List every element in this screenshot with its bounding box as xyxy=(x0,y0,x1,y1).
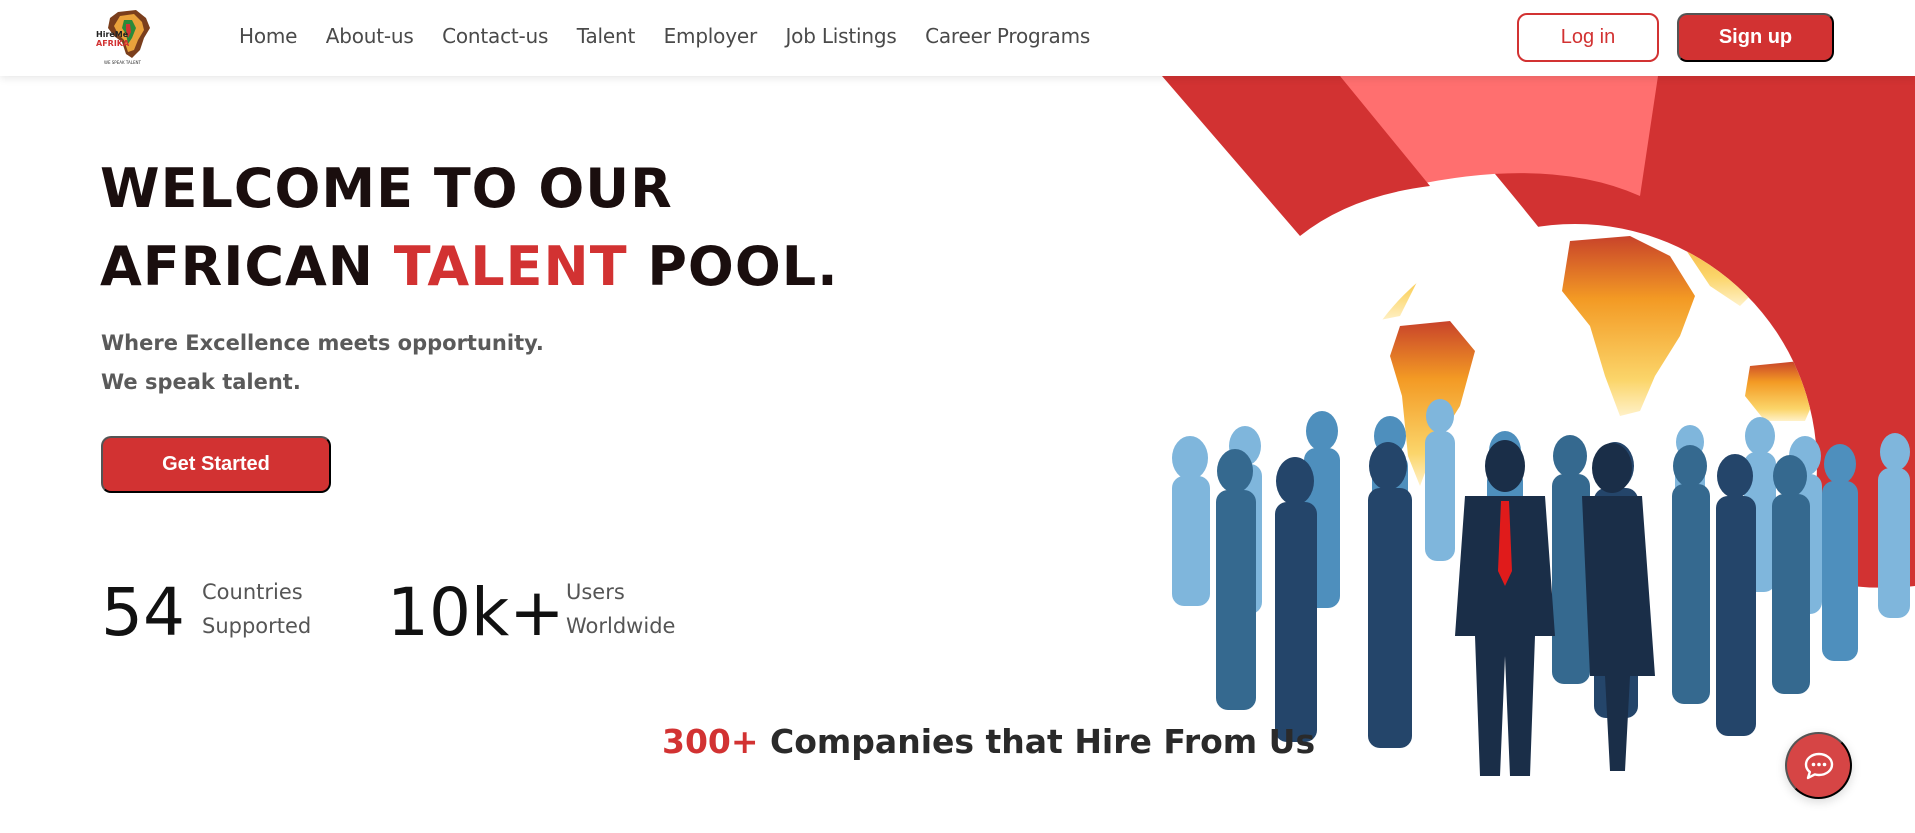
nav-employer[interactable]: Employer xyxy=(664,24,758,48)
hero-title: WELCOME TO OUR AFRICAN TALENT POOL. xyxy=(100,150,839,306)
stat-countries-label-line2: Supported xyxy=(202,614,312,638)
stat-users-label-line2: Worldwide xyxy=(566,614,676,638)
hero-title-line1: WELCOME TO OUR xyxy=(100,157,673,220)
nav-job-listings[interactable]: Job Listings xyxy=(785,24,896,48)
hero-subtitle: Where Excellence meets opportunity. We s… xyxy=(101,324,544,402)
nav-home[interactable]: Home xyxy=(239,24,297,48)
hero-title-line2-post: POOL. xyxy=(627,235,839,298)
logo-line1: HireMe xyxy=(96,30,129,39)
logo-tagline: WE SPEAK TALENT xyxy=(104,60,141,65)
nav-contact-us[interactable]: Contact-us xyxy=(442,24,548,48)
nav-about-us[interactable]: About-us xyxy=(326,24,414,48)
stat-countries-label: Countries Supported xyxy=(202,575,311,643)
stat-users-label: Users Worldwide xyxy=(566,575,675,643)
chat-button[interactable] xyxy=(1785,732,1852,799)
nav-career-programs[interactable]: Career Programs xyxy=(925,24,1090,48)
site-logo[interactable]: HireMe AFRIKA WE SPEAK TALENT xyxy=(96,8,156,66)
signup-button[interactable]: Sign up xyxy=(1677,13,1834,62)
nav-talent[interactable]: Talent xyxy=(577,24,636,48)
companies-count: 300+ xyxy=(662,722,759,761)
companies-text: Companies that Hire From Us xyxy=(758,722,1316,761)
hero-subtitle-line1: Where Excellence meets opportunity. xyxy=(101,331,544,355)
stat-users-value: 10k+ xyxy=(387,574,565,651)
top-navbar: HireMe AFRIKA WE SPEAK TALENT Home About… xyxy=(0,0,1915,76)
stat-countries-value: 54 xyxy=(101,574,185,651)
hero-title-line2-pre: AFRICAN xyxy=(100,235,394,298)
globe-people-illustration xyxy=(1162,76,1915,776)
chat-bubble-icon xyxy=(1804,752,1833,779)
main-nav: Home About-us Contact-us Talent Employer… xyxy=(239,24,1090,48)
hero-subtitle-line2: We speak talent. xyxy=(101,370,301,394)
stat-countries-label-line1: Countries xyxy=(202,580,303,604)
stat-users-label-line1: Users xyxy=(566,580,625,604)
get-started-button[interactable]: Get Started xyxy=(101,436,331,493)
logo-line2: AFRIKA xyxy=(96,39,130,48)
hero-illustration xyxy=(1150,76,1915,833)
hero-title-accent: TALENT xyxy=(393,235,628,298)
companies-heading: 300+ Companies that Hire From Us xyxy=(662,722,1315,761)
login-button[interactable]: Log in xyxy=(1517,13,1659,62)
